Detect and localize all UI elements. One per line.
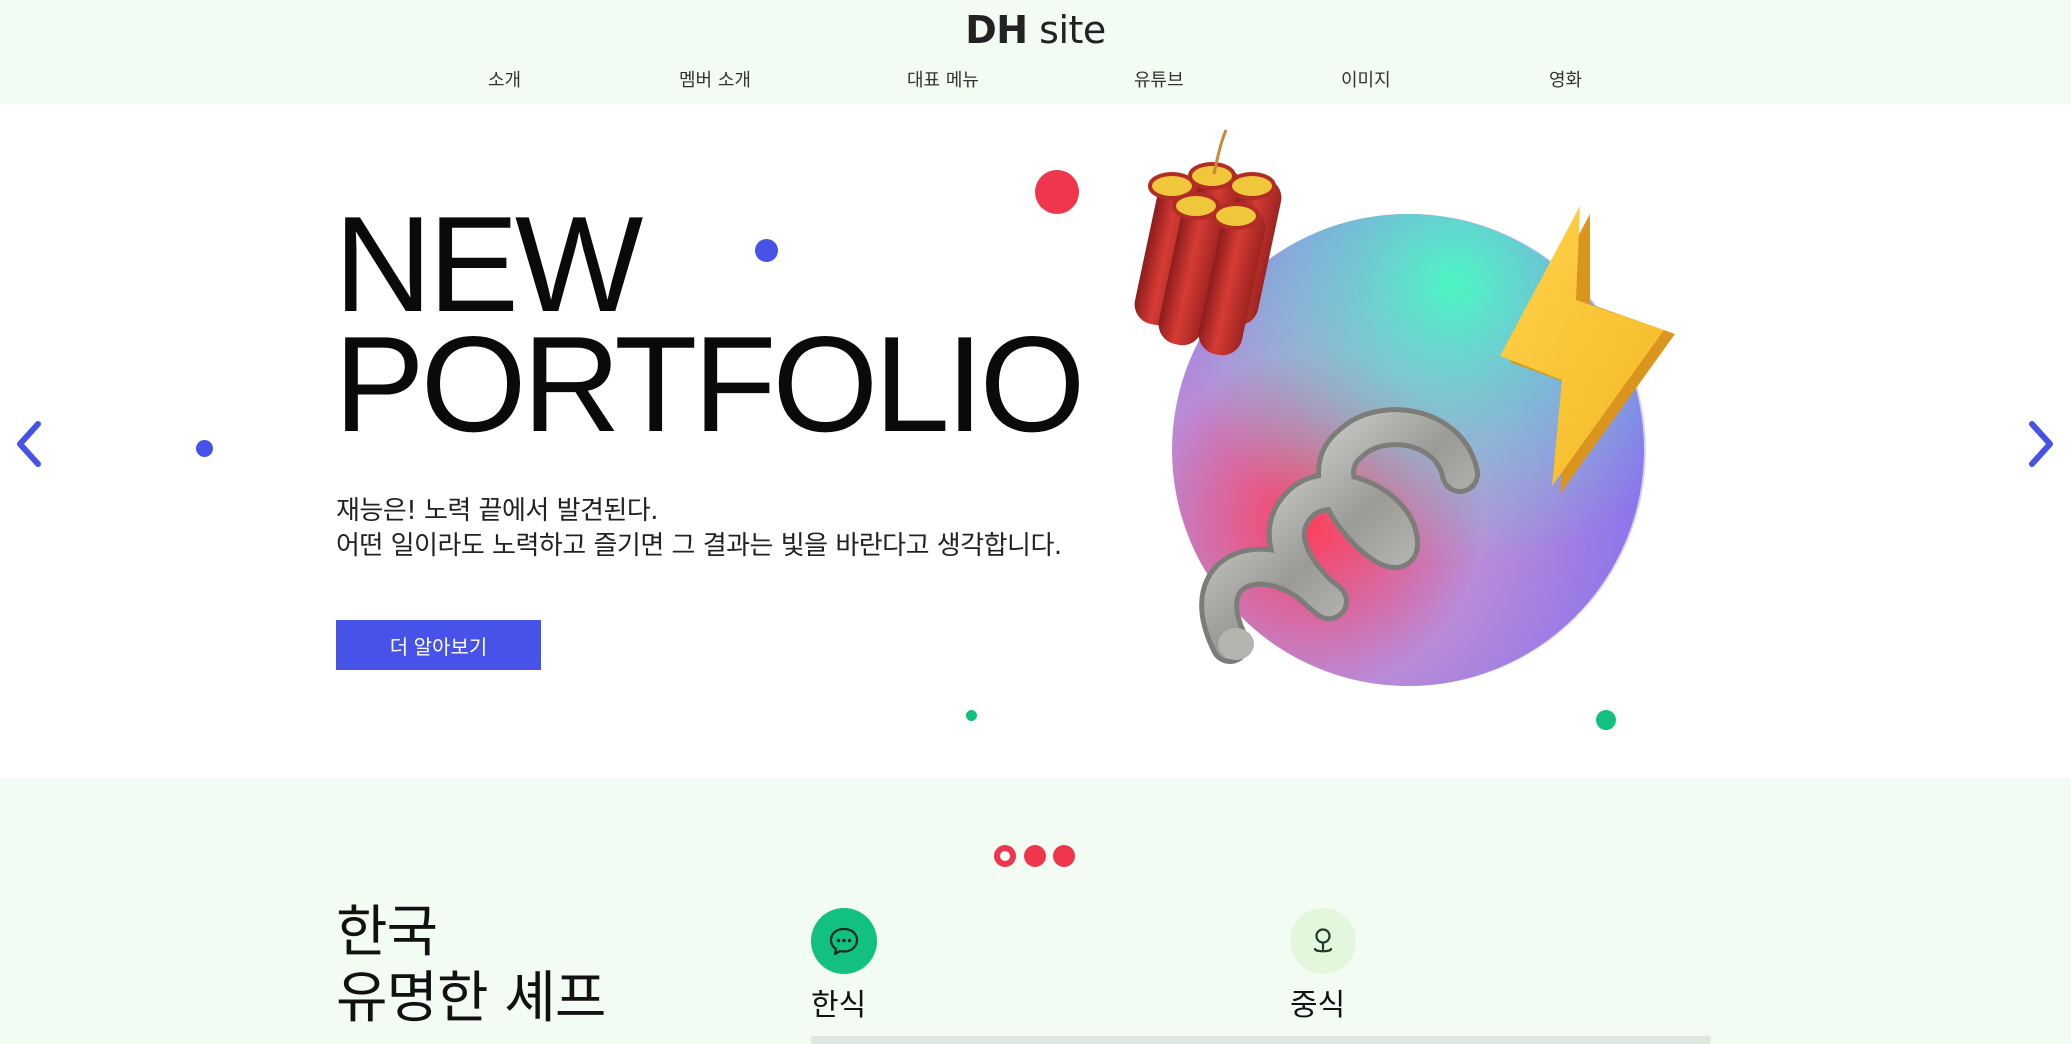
section-title: 한국 유명한 셰프 — [336, 900, 606, 1032]
slider-dot-3[interactable] — [1053, 845, 1075, 867]
decor-dot-blue-small — [196, 440, 213, 457]
chevron-right-icon[interactable] — [2020, 408, 2060, 480]
hero-title-line2: PORTFOLIO — [334, 308, 1085, 460]
map-pin-icon — [1290, 908, 1356, 974]
slider-dot-2[interactable] — [1024, 845, 1046, 867]
hero-desc-line2: 어떤 일이라도 노력하고 즐기면 그 결과는 빛을 바란다고 생각합니다. — [336, 531, 1062, 561]
nav-item-movies[interactable]: 영화 — [1549, 66, 1582, 92]
hero-desc-line1: 재능은! 노력 끝에서 발견된다. — [336, 496, 659, 526]
nav-item-menu[interactable]: 대표 메뉴 — [907, 66, 979, 92]
feature-label-korean: 한식 — [811, 988, 867, 1023]
decor-dot-green-small — [966, 710, 977, 721]
hero-slider: NEW PORTFOLIO 재능은! 노력 끝에서 발견된다. 어떤 일이라도 … — [0, 104, 2071, 778]
site-header: DH site 소개 멤버 소개 대표 메뉴 유튜브 이미지 영화 — [0, 0, 2071, 104]
hero-illustration — [1130, 124, 1700, 724]
nav-item-youtube[interactable]: 유튜브 — [1134, 66, 1184, 92]
feature-label-chinese: 중식 — [1290, 988, 1346, 1023]
slider-dot-1[interactable] — [994, 845, 1016, 867]
section-title-line2: 유명한 셰프 — [336, 966, 606, 1031]
feature-description-cutoff — [811, 1036, 1711, 1044]
chevron-left-icon[interactable] — [10, 408, 50, 480]
section-title-line1: 한국 — [336, 900, 438, 965]
nav-item-intro[interactable]: 소개 — [488, 66, 521, 92]
hero-description: 재능은! 노력 끝에서 발견된다. 어떤 일이라도 노력하고 즐기면 그 결과는… — [336, 494, 1062, 564]
nav-item-images[interactable]: 이미지 — [1341, 66, 1391, 92]
chat-bubble-icon — [811, 908, 877, 974]
hero-title-line1: NEW — [334, 188, 643, 340]
learn-more-button[interactable]: 더 알아보기 — [336, 620, 541, 670]
nav-item-members[interactable]: 멤버 소개 — [679, 66, 751, 92]
site-logo[interactable]: DH site — [0, 8, 2071, 52]
hero-title: NEW PORTFOLIO — [334, 188, 1085, 460]
